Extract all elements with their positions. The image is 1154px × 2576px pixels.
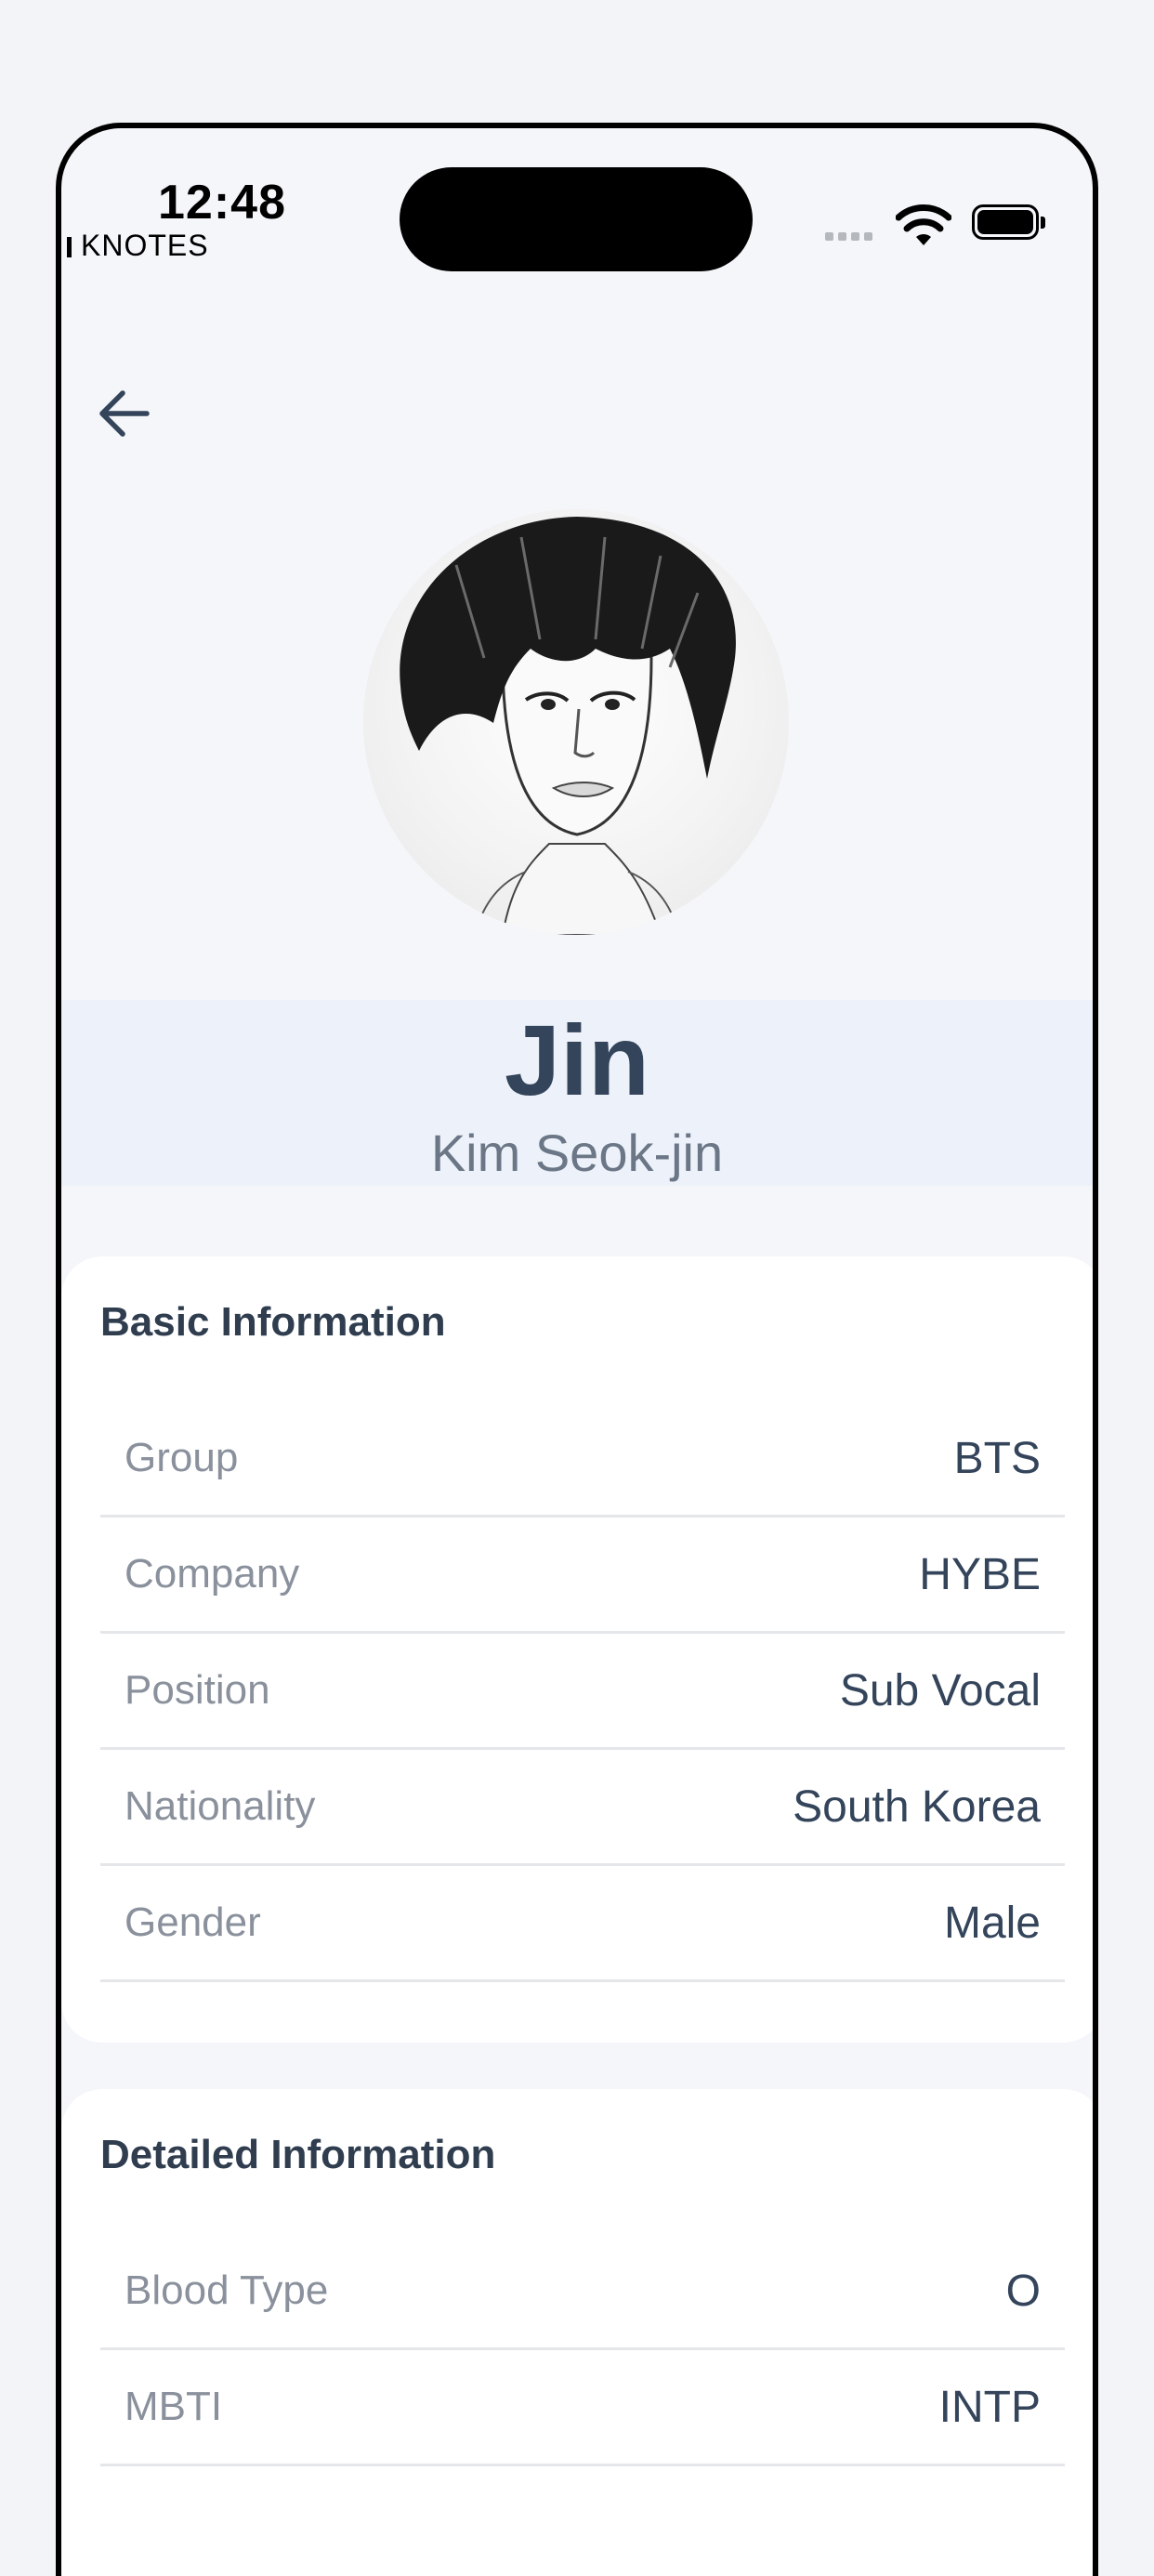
back-button[interactable] bbox=[82, 372, 165, 455]
info-value: Male bbox=[943, 1898, 1041, 1948]
info-value: BTS bbox=[953, 1433, 1041, 1483]
info-row-gender: Gender Male bbox=[100, 1866, 1065, 1982]
detailed-info-title: Detailed Information bbox=[100, 2132, 496, 2177]
phone-screen: 12:48 KNOTES Jin Kim Seok-jin Basic Info… bbox=[56, 123, 1098, 2576]
info-row-group: Group BTS bbox=[100, 1401, 1065, 1518]
info-label: Position bbox=[125, 1667, 270, 1713]
wifi-icon bbox=[896, 204, 951, 245]
info-label: Gender bbox=[125, 1899, 261, 1945]
status-carrier: KNOTES bbox=[67, 229, 209, 263]
info-label: Blood Type bbox=[125, 2267, 329, 2313]
info-row-blood-type: Blood Type O bbox=[100, 2234, 1065, 2350]
info-row-mbti: MBTI INTP bbox=[100, 2350, 1065, 2466]
status-time: 12:48 bbox=[158, 176, 286, 230]
profile-avatar bbox=[363, 509, 789, 935]
info-value: Sub Vocal bbox=[839, 1665, 1041, 1715]
info-value: South Korea bbox=[793, 1781, 1041, 1832]
basic-info-card: Basic Information Group BTS Company HYBE… bbox=[61, 1256, 1093, 2043]
basic-info-title: Basic Information bbox=[100, 1299, 446, 1345]
profile-name: Jin bbox=[504, 1004, 650, 1116]
info-label: Company bbox=[125, 1551, 300, 1597]
arrow-left-icon bbox=[99, 390, 150, 437]
info-value: HYBE bbox=[919, 1549, 1041, 1599]
info-label: Group bbox=[125, 1435, 239, 1480]
battery-icon bbox=[972, 204, 1045, 240]
info-row-position: Position Sub Vocal bbox=[100, 1634, 1065, 1750]
info-row-nationality: Nationality South Korea bbox=[100, 1750, 1065, 1866]
profile-full-name: Kim Seok-jin bbox=[430, 1124, 724, 1182]
signal-icon bbox=[825, 232, 872, 241]
info-label: MBTI bbox=[125, 2384, 223, 2429]
detailed-info-card: Detailed Information Blood Type O MBTI I… bbox=[61, 2089, 1093, 2576]
info-row-company: Company HYBE bbox=[100, 1518, 1065, 1634]
info-value: O bbox=[1005, 2266, 1041, 2316]
info-label: Nationality bbox=[125, 1783, 316, 1829]
info-value: INTP bbox=[938, 2382, 1041, 2432]
dynamic-island bbox=[400, 167, 753, 271]
